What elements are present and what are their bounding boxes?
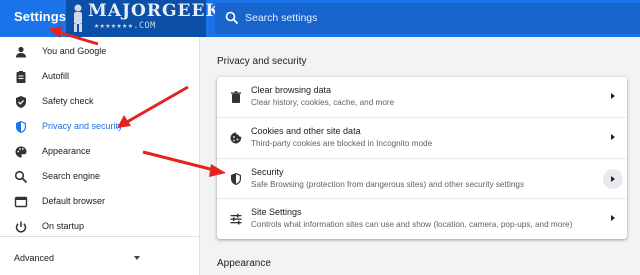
watermark-figure-icon (74, 4, 82, 32)
row-security[interactable]: Security Safe Browsing (protection from … (217, 158, 627, 198)
sidebar-item-label: Search engine (42, 171, 101, 181)
row-title: Site Settings (251, 207, 302, 217)
chevron-right-icon[interactable] (603, 169, 623, 189)
sidebar-item-you-and-google[interactable]: You and Google (0, 40, 200, 65)
sidebar-advanced[interactable]: Advanced (14, 253, 54, 263)
sidebar-item-label: Appearance (42, 146, 91, 156)
search-icon (14, 170, 28, 184)
sidebar: You and Google Autofill Safety check Pri… (0, 37, 200, 275)
sidebar-item-safety-check[interactable]: Safety check (0, 90, 200, 115)
sidebar-item-autofill[interactable]: Autofill (0, 65, 200, 90)
sidebar-item-appearance[interactable]: Appearance (0, 140, 200, 165)
row-title: Security (251, 167, 284, 177)
clipboard-icon (16, 71, 26, 83)
section-title: Privacy and security (217, 56, 307, 67)
search-box[interactable]: Search settings (215, 3, 640, 34)
row-clear-browsing-data[interactable]: Clear browsing data Clear history, cooki… (217, 77, 627, 117)
palette-icon (15, 146, 27, 158)
trash-icon (231, 91, 241, 103)
sidebar-item-label: Safety check (42, 96, 94, 106)
appearance-section-title: Appearance (217, 258, 271, 269)
sidebar-item-search-engine[interactable]: Search engine (0, 165, 200, 190)
watermark-text: MAJORGEEKS (88, 1, 235, 21)
chevron-right-icon (611, 215, 615, 221)
watermark-subtext: ★★★★★★★.COM (94, 21, 156, 31)
row-subtitle: Third-party cookies are blocked in Incog… (251, 139, 433, 148)
privacy-card: Clear browsing data Clear history, cooki… (217, 77, 627, 239)
search-input[interactable]: Search settings (245, 12, 317, 24)
shield-icon (231, 173, 241, 185)
chevron-right-icon (611, 93, 615, 99)
chevron-right-icon (611, 134, 615, 140)
sliders-icon (230, 213, 242, 225)
sidebar-item-label: Autofill (42, 71, 70, 81)
row-title: Cookies and other site data (251, 126, 361, 136)
sidebar-divider (0, 236, 200, 237)
sidebar-item-label: On startup (42, 221, 85, 231)
row-subtitle: Controls what information sites can use … (251, 220, 573, 229)
sidebar-item-privacy-and-security[interactable]: Privacy and security (0, 115, 200, 140)
sidebar-item-label: Privacy and security (42, 121, 123, 131)
watermark: MAJORGEEKS ★★★★★★★.COM (66, 0, 233, 37)
sidebar-item-default-browser[interactable]: Default browser (0, 190, 200, 215)
power-icon (15, 221, 27, 233)
chevron-down-icon[interactable] (134, 256, 140, 260)
top-bar: Settings MAJORGEEKS ★★★★★★★.COM Search s… (0, 0, 640, 37)
sidebar-item-label: Default browser (42, 196, 106, 206)
shield-check-icon (16, 96, 26, 108)
row-subtitle: Safe Browsing (protection from dangerous… (251, 180, 525, 189)
person-icon (16, 46, 26, 58)
row-subtitle: Clear history, cookies, cache, and more (251, 98, 395, 107)
row-cookies[interactable]: Cookies and other site data Third-party … (217, 117, 627, 157)
browser-icon (14, 196, 28, 208)
app-title: Settings (14, 9, 67, 24)
row-site-settings[interactable]: Site Settings Controls what information … (217, 198, 627, 238)
search-icon (225, 11, 239, 25)
sidebar-item-label: You and Google (42, 46, 107, 56)
row-title: Clear browsing data (251, 85, 332, 95)
cookie-icon (230, 132, 242, 144)
shield-icon (16, 121, 26, 133)
